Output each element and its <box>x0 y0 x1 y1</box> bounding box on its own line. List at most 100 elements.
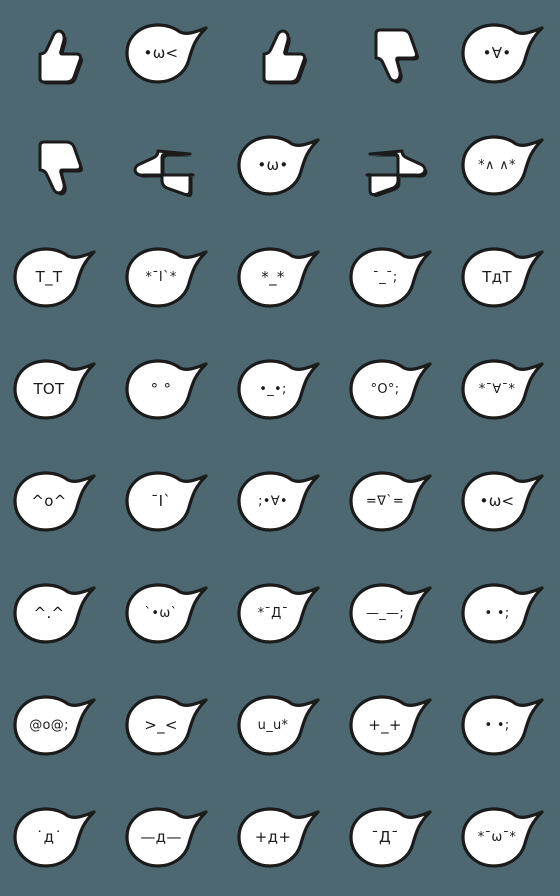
sticker-cell[interactable]: @o@; <box>0 672 112 784</box>
sticker-face-caret-dot-caret[interactable]: ^.^ <box>8 576 104 656</box>
blob-body-shape <box>125 695 208 756</box>
sticker-cell[interactable]: • •; <box>448 560 560 672</box>
sticker-cell[interactable]: •ω< <box>112 0 224 112</box>
sticker-cell[interactable]: •ω< <box>448 448 560 560</box>
sticker-face-at-o-at[interactable]: @o@; <box>8 688 104 768</box>
blob-body-shape <box>13 583 96 644</box>
sticker-cell[interactable]: *ˉ∀ˉ* <box>448 336 560 448</box>
thumbs-up-icon-shape <box>262 29 307 85</box>
sticker-cell[interactable]: •∀• <box>448 0 560 112</box>
sticker-sheet: •ω< •∀• •ω• *∧ ∧* T_T *ˉI`* *_* ˉ_ˉ; ТдТ ТOТ ° ° •_… <box>0 0 560 896</box>
blob-body-shape <box>349 695 432 756</box>
sticker-cell[interactable]: >_< <box>112 672 224 784</box>
sticker-cell[interactable]: ˉI` <box>112 448 224 560</box>
blob-body-shape <box>349 807 432 868</box>
sticker-face-u-underscore-u[interactable]: u_u* <box>232 688 328 768</box>
sticker-face-dash-i-dash[interactable]: ˉI` <box>120 464 216 544</box>
sticker-face-star-i-star[interactable]: *ˉI`* <box>120 240 216 320</box>
sticker-cell[interactable]: °O°; <box>336 336 448 448</box>
sticker-face-dot-omega-less[interactable]: •ω< <box>456 464 552 544</box>
blob-body-shape <box>125 583 208 644</box>
blob-body-shape <box>237 583 320 644</box>
sticker-face-caret-o-caret[interactable]: ^o^ <box>8 464 104 544</box>
point-right-icon-shape <box>365 149 428 197</box>
sticker-cell[interactable]: ˉ_ˉ; <box>336 224 448 336</box>
blob-body-shape <box>349 583 432 644</box>
sticker-cell[interactable]: —_—; <box>336 560 448 672</box>
sticker-cell[interactable]: ˉДˉ <box>336 784 448 896</box>
sticker-face-dot-omega-less[interactable]: •ω< <box>120 16 216 96</box>
blob-body-shape <box>13 471 96 532</box>
sticker-cell[interactable]: u_u* <box>224 672 336 784</box>
sticker-cell[interactable]: T_T <box>0 224 112 336</box>
blob-body-shape <box>237 471 320 532</box>
sticker-cell[interactable]: • •; <box>448 672 560 784</box>
sticker-cell[interactable] <box>336 0 448 112</box>
sticker-cell[interactable]: ТдТ <box>448 224 560 336</box>
sticker-face-star-de[interactable]: *ˉДˉ <box>232 576 328 656</box>
sticker-cell[interactable]: •ω• <box>224 112 336 224</box>
thumbs-down-icon-shape <box>374 28 419 84</box>
sticker-face-dot-underscore[interactable]: •_•; <box>232 352 328 432</box>
sticker-face-plus-de-plus[interactable]: +д+ <box>232 800 328 880</box>
sticker-face-dots-sweat[interactable]: • •; <box>456 688 552 768</box>
sticker-cell[interactable]: ТOТ <box>0 336 112 448</box>
sticker-cell[interactable]: —д— <box>112 784 224 896</box>
sticker-face-equals-nabla[interactable]: =∇`= <box>344 464 440 544</box>
sticker-cell[interactable]: *ˉI`* <box>112 224 224 336</box>
sticker-face-star-forall[interactable]: *ˉ∀ˉ* <box>456 352 552 432</box>
sticker-thumbs-up[interactable] <box>20 20 92 92</box>
blob-body-shape <box>461 23 544 84</box>
sticker-face-two-dots[interactable]: • •; <box>456 576 552 656</box>
blob-body-shape <box>461 135 544 196</box>
sticker-thumbs-up[interactable] <box>244 20 316 92</box>
sticker-thumbs-down[interactable] <box>20 132 92 204</box>
sticker-cell[interactable] <box>0 112 112 224</box>
sticker-face-star-omega-star[interactable]: *ˉωˉ* <box>456 800 552 880</box>
sticker-pointing-right[interactable] <box>356 132 428 204</box>
sticker-cell[interactable]: =∇`= <box>336 448 448 560</box>
sticker-face-circle-eyes[interactable]: ° ° <box>120 352 216 432</box>
sticker-cell[interactable]: *ˉωˉ* <box>448 784 560 896</box>
blob-body-shape <box>461 359 544 420</box>
sticker-face-big-o[interactable]: °O°; <box>344 352 440 432</box>
sticker-face-flat-de[interactable]: —д— <box>120 800 216 880</box>
sticker-face-plus-underscore[interactable]: +_+ <box>344 688 440 768</box>
blob-body-shape <box>461 247 544 308</box>
blob-body-shape <box>237 135 320 196</box>
sticker-cell[interactable]: *_* <box>224 224 336 336</box>
sticker-face-semicolon-forall[interactable]: ;•∀• <box>232 464 328 544</box>
thumbs-down-icon-shape <box>38 140 83 196</box>
sticker-pointing-left[interactable] <box>132 132 204 204</box>
sticker-cell[interactable]: `•ω` <box>112 560 224 672</box>
sticker-face-tick-omega[interactable]: `•ω` <box>120 576 216 656</box>
sticker-face-dash-de-dash[interactable]: ˉДˉ <box>344 800 440 880</box>
sticker-face-greater-less[interactable]: >_< <box>120 688 216 768</box>
sticker-face-flat-eyes[interactable]: —_—; <box>344 576 440 656</box>
sticker-face-t-de-t[interactable]: ТдТ <box>456 240 552 320</box>
sticker-face-t-underscore-t[interactable]: T_T <box>8 240 104 320</box>
sticker-cell[interactable]: ˙д˙ <box>0 784 112 896</box>
sticker-cell[interactable]: *ˉДˉ <box>224 560 336 672</box>
sticker-cell[interactable]: *∧ ∧* <box>448 112 560 224</box>
sticker-cell[interactable]: •_•; <box>224 336 336 448</box>
sticker-face-dot-forall-dot[interactable]: •∀• <box>456 16 552 96</box>
sticker-cell[interactable] <box>224 0 336 112</box>
sticker-face-tot[interactable]: ТOТ <box>8 352 104 432</box>
sticker-face-dash-underscore[interactable]: ˉ_ˉ; <box>344 240 440 320</box>
sticker-cell[interactable]: ^o^ <box>0 448 112 560</box>
sticker-thumbs-down[interactable] <box>356 20 428 92</box>
blob-body-shape <box>125 807 208 868</box>
sticker-cell[interactable] <box>0 0 112 112</box>
sticker-cell[interactable]: +_+ <box>336 672 448 784</box>
sticker-cell[interactable] <box>112 112 224 224</box>
sticker-cell[interactable]: +д+ <box>224 784 336 896</box>
sticker-cell[interactable]: ;•∀• <box>224 448 336 560</box>
sticker-cell[interactable]: ^.^ <box>0 560 112 672</box>
sticker-cell[interactable]: ° ° <box>112 336 224 448</box>
sticker-face-star-underscore[interactable]: *_* <box>232 240 328 320</box>
sticker-cell[interactable] <box>336 112 448 224</box>
sticker-face-dot-de[interactable]: ˙д˙ <box>8 800 104 880</box>
sticker-face-dot-omega-dot[interactable]: •ω• <box>232 128 328 208</box>
sticker-face-star-caret[interactable]: *∧ ∧* <box>456 128 552 208</box>
